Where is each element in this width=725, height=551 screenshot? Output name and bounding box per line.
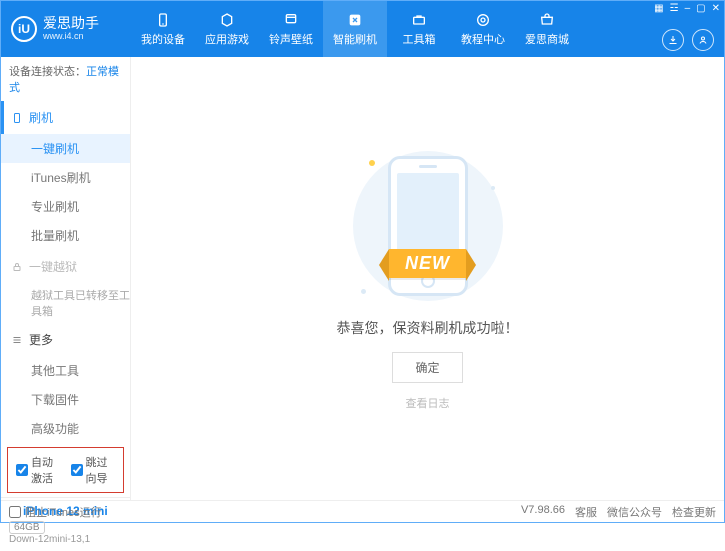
phone-icon <box>11 112 23 124</box>
new-badge: NEW <box>389 249 466 278</box>
footer-link-support[interactable]: 客服 <box>575 504 597 520</box>
sidebar-item-oneclick-flash[interactable]: 一键刷机 <box>1 134 130 163</box>
view-log-link[interactable]: 查看日志 <box>406 395 450 411</box>
success-message: 恭喜您，保资料刷机成功啦！ <box>337 318 519 338</box>
flash-icon <box>346 11 364 29</box>
nav-toolbox[interactable]: 工具箱 <box>387 1 451 57</box>
checkbox-auto-activate[interactable]: 自动激活 <box>16 454 61 486</box>
header-actions <box>662 29 714 51</box>
book-icon <box>474 11 492 29</box>
status-label: 设备连接状态： <box>9 66 86 78</box>
nav-flash[interactable]: 智能刷机 <box>323 1 387 57</box>
nav-label: 工具箱 <box>403 31 436 47</box>
top-nav: 我的设备 应用游戏 铃声壁纸 智能刷机 工具箱 教程中心 爱思商城 <box>131 1 724 57</box>
nav-apps[interactable]: 应用游戏 <box>195 1 259 57</box>
sidebar: 设备连接状态：正常模式 刷机 一键刷机 iTunes刷机 专业刷机 批量刷机 一… <box>1 57 131 500</box>
sidebar-item-advanced[interactable]: 高级功能 <box>1 414 130 443</box>
brand-url: www.i4.cn <box>43 32 99 42</box>
brand-logo-icon: iU <box>11 16 37 42</box>
sidebar-group-more[interactable]: 更多 <box>1 323 130 356</box>
nav-my-device[interactable]: 我的设备 <box>131 1 195 57</box>
checkbox-input[interactable] <box>9 506 21 518</box>
nav-label: 教程中心 <box>461 31 505 47</box>
user-icon[interactable] <box>692 29 714 51</box>
phone-icon <box>154 11 172 29</box>
nav-label: 铃声壁纸 <box>269 31 313 47</box>
sidebar-item-pro-flash[interactable]: 专业刷机 <box>1 192 130 221</box>
more-icon <box>11 334 23 346</box>
device-status: 设备连接状态：正常模式 <box>1 57 130 101</box>
ok-button[interactable]: 确定 <box>392 352 462 383</box>
sidebar-group-flash[interactable]: 刷机 <box>1 101 130 134</box>
minimize-icon[interactable]: – <box>685 3 691 14</box>
block-itunes-checkbox[interactable]: 阻止iTunes运行 <box>9 504 102 520</box>
window-controls: ▦ ☲ – ▢ ✕ <box>654 3 720 14</box>
maximize-icon[interactable]: ▢ <box>696 3 705 14</box>
settings-icon[interactable]: ▦ <box>654 3 663 14</box>
brand-title: 爱思助手 <box>43 16 99 31</box>
nav-label: 我的设备 <box>141 31 185 47</box>
nav-label: 爱思商城 <box>525 31 569 47</box>
footer-link-update[interactable]: 检查更新 <box>672 504 716 520</box>
brand: iU 爱思助手 www.i4.cn <box>1 1 131 57</box>
music-icon <box>282 11 300 29</box>
main-content: NEW 恭喜您，保资料刷机成功啦！ 确定 查看日志 <box>131 57 724 500</box>
nav-label: 智能刷机 <box>333 31 377 47</box>
sidebar-item-other-tools[interactable]: 其他工具 <box>1 356 130 385</box>
version-label: V7.98.66 <box>521 504 565 520</box>
sidebar-group-label: 刷机 <box>29 109 53 126</box>
jailbreak-moved-note: 越狱工具已转移至工具箱 <box>1 283 130 323</box>
nav-label: 应用游戏 <box>205 31 249 47</box>
footer-link-wechat[interactable]: 微信公众号 <box>607 504 662 520</box>
sidebar-item-itunes-flash[interactable]: iTunes刷机 <box>1 163 130 192</box>
download-icon[interactable] <box>662 29 684 51</box>
sidebar-group-label: 一键越狱 <box>29 258 77 275</box>
nav-ringtones[interactable]: 铃声壁纸 <box>259 1 323 57</box>
sidebar-group-label: 更多 <box>29 331 53 348</box>
sidebar-item-batch-flash[interactable]: 批量刷机 <box>1 221 130 250</box>
app-header: iU 爱思助手 www.i4.cn 我的设备 应用游戏 铃声壁纸 智能刷机 工具… <box>1 1 724 57</box>
sidebar-item-download-firmware[interactable]: 下载固件 <box>1 385 130 414</box>
menu-icon[interactable]: ☲ <box>670 3 679 14</box>
apps-icon <box>218 11 236 29</box>
nav-shop[interactable]: 爱思商城 <box>515 1 579 57</box>
checkbox-input[interactable] <box>16 464 28 476</box>
checkbox-input[interactable] <box>71 464 83 476</box>
shop-icon <box>538 11 556 29</box>
sidebar-group-jailbreak: 一键越狱 <box>1 250 130 283</box>
nav-tutorials[interactable]: 教程中心 <box>451 1 515 57</box>
device-identifier: Down-12mini-13,1 <box>9 534 122 545</box>
checkbox-skip-guide[interactable]: 跳过向导 <box>71 454 116 486</box>
flash-options: 自动激活 跳过向导 <box>7 447 124 493</box>
close-icon[interactable]: ✕ <box>712 3 720 14</box>
success-illustration: NEW <box>333 146 523 306</box>
toolbox-icon <box>410 11 428 29</box>
lock-icon <box>11 261 23 273</box>
